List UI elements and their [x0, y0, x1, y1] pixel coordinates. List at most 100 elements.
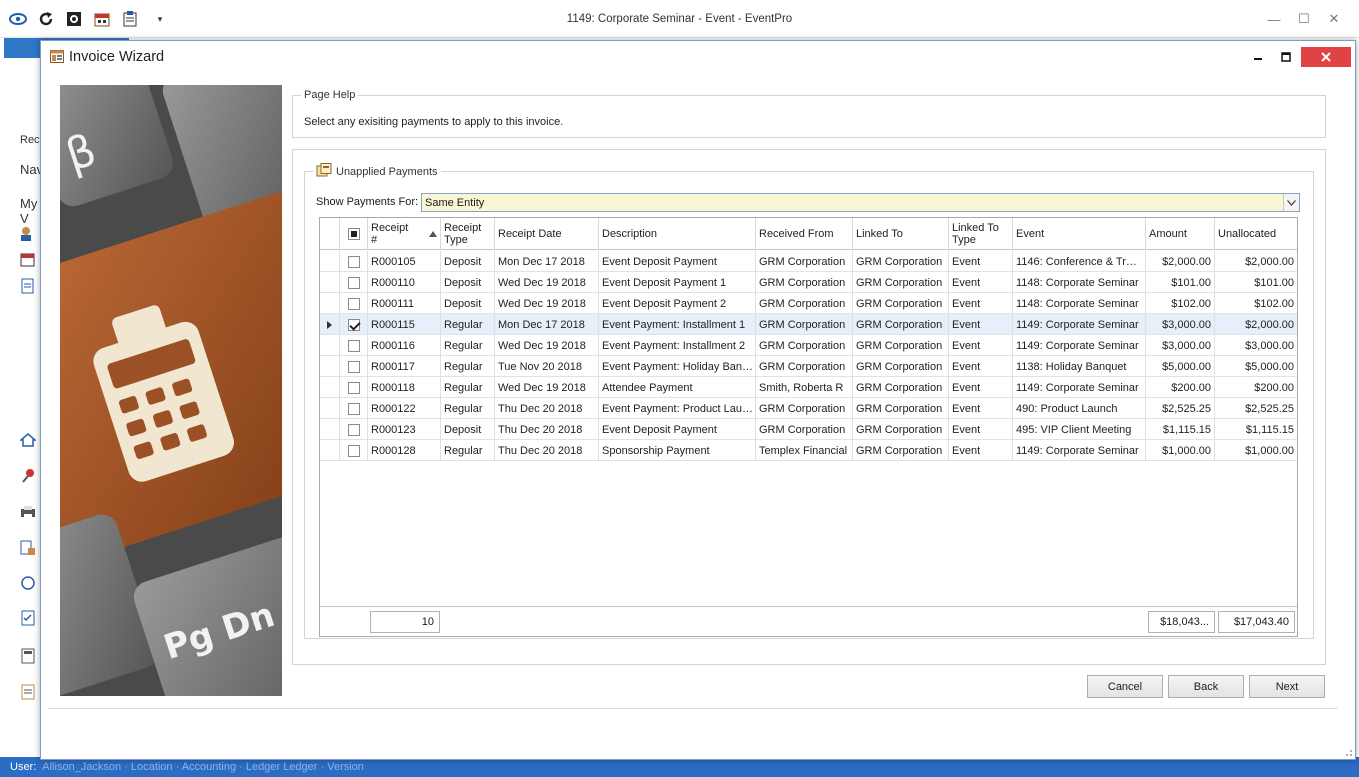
row-select-checkbox[interactable] [340, 440, 368, 461]
chat-icon[interactable] [20, 576, 36, 592]
back-button[interactable]: Back [1168, 675, 1244, 698]
cell-date: Mon Dec 17 2018 [495, 314, 599, 335]
column-header-linked-to-type[interactable]: Linked To Type [949, 218, 1013, 250]
cell-linked: GRM Corporation [853, 419, 949, 440]
cell-type: Deposit [441, 419, 495, 440]
row-indicator [320, 335, 340, 356]
table-row[interactable]: R000123 Deposit Thu Dec 20 2018 Event Depos… [320, 419, 1297, 440]
table-row[interactable]: R000122 Regular Thu Dec 20 2018 Event Payme… [320, 398, 1297, 419]
row-select-checkbox[interactable] [340, 377, 368, 398]
calendar-nav-icon[interactable] [20, 252, 36, 268]
table-row[interactable]: R000117 Regular Tue Nov 20 2018 Event Payme… [320, 356, 1297, 377]
select-all-checkbox[interactable] [340, 218, 368, 250]
table-row[interactable]: R000110 Deposit Wed Dec 19 2018 Event Depos… [320, 272, 1297, 293]
current-row-arrow-icon [327, 320, 332, 329]
cell-date: Wed Dec 19 2018 [495, 293, 599, 314]
pin-icon[interactable] [20, 468, 36, 484]
invoice-nav-icon[interactable] [20, 684, 36, 700]
cell-type: Deposit [441, 251, 495, 272]
dialog-minimize-icon[interactable] [1244, 46, 1272, 68]
cell-desc: Event Payment: Product Lau… [599, 398, 756, 419]
cell-ltype: Event [949, 335, 1013, 356]
row-select-checkbox[interactable] [340, 272, 368, 293]
calculator-nav-icon[interactable] [20, 648, 36, 664]
footer-count: 10 [370, 611, 440, 633]
row-indicator [320, 293, 340, 314]
cell-receipt: R000118 [368, 377, 441, 398]
cell-from: GRM Corporation [756, 398, 853, 419]
column-header-event[interactable]: Event [1013, 218, 1146, 250]
column-header-received-from[interactable]: Received From [756, 218, 853, 250]
cell-type: Regular [441, 335, 495, 356]
row-select-checkbox[interactable] [340, 251, 368, 272]
show-payments-for-select[interactable]: Same Entity [421, 193, 1300, 212]
column-header-receipt-date[interactable]: Receipt Date [495, 218, 599, 250]
cell-date: Thu Dec 20 2018 [495, 398, 599, 419]
cell-unalloc: $3,000.00 [1245, 339, 1294, 352]
row-select-checkbox[interactable] [340, 314, 368, 335]
checklist-icon[interactable] [20, 610, 36, 626]
cell-linked: GRM Corporation [853, 272, 949, 293]
navigation-pane: Rec Nav My V [4, 58, 44, 758]
row-select-checkbox[interactable] [340, 398, 368, 419]
cell-amount: $5,000.00 [1146, 356, 1215, 377]
invoice-wizard-dialog: Invoice Wizard β Pg Dn E Page Help Selec… [40, 40, 1356, 760]
row-select-checkbox[interactable] [340, 356, 368, 377]
cell-amount: $3,000.00 [1146, 314, 1215, 335]
row-select-checkbox[interactable] [340, 293, 368, 314]
unapplied-payments-title: Unapplied Payments [336, 165, 438, 178]
show-payments-for-value: Same Entity [425, 197, 485, 209]
cell-desc: Event Payment: Installment 1 [599, 314, 756, 335]
row-indicator [320, 356, 340, 377]
table-row[interactable]: R000128 Regular Thu Dec 20 2018 Sponsorship… [320, 440, 1297, 461]
row-indicator [320, 272, 340, 293]
cell-from: GRM Corporation [756, 356, 853, 377]
cell-desc: Sponsorship Payment [599, 440, 756, 461]
column-header-description[interactable]: Description [599, 218, 756, 250]
cell-from: Smith, Roberta R [756, 377, 853, 398]
minimize-icon[interactable]: — [1262, 8, 1286, 30]
table-row[interactable]: R000118 Regular Wed Dec 19 2018 Attendee Pa… [320, 377, 1297, 398]
document-nav-icon[interactable] [20, 278, 36, 294]
table-row[interactable]: R000115 Regular Mon Dec 17 2018 Event Payme… [320, 314, 1297, 335]
close-icon[interactable]: ✕ [1322, 8, 1346, 30]
printer-icon[interactable] [20, 504, 36, 520]
column-header-receipt[interactable]: Receipt # [368, 218, 441, 250]
table-row[interactable]: R000105 Deposit Mon Dec 17 2018 Event Depos… [320, 251, 1297, 272]
chevron-down-icon[interactable] [1283, 194, 1299, 211]
cell-type: Regular [441, 356, 495, 377]
cell-receipt: R000123 [368, 419, 441, 440]
column-header-linked-to[interactable]: Linked To [853, 218, 949, 250]
show-payments-for-label: Show Payments For: [316, 196, 419, 208]
table-row[interactable]: R000116 Regular Wed Dec 19 2018 Event Payme… [320, 335, 1297, 356]
dialog-maximize-icon[interactable] [1272, 46, 1300, 68]
cell-unalloc: $200.00 [1254, 381, 1294, 394]
maximize-icon[interactable]: ☐ [1292, 8, 1316, 30]
payments-grid[interactable]: Receipt # Receipt Type Receipt Date Descri… [319, 217, 1298, 637]
cell-unalloc: $101.00 [1254, 276, 1294, 289]
column-header-unallocated[interactable]: Unallocated [1215, 218, 1297, 250]
home-icon[interactable] [18, 432, 38, 448]
cell-receipt: R000115 [368, 314, 441, 335]
cell-event: 1149: Corporate Seminar [1013, 314, 1146, 335]
cell-linked: GRM Corporation [853, 251, 949, 272]
contact-icon[interactable] [20, 226, 36, 242]
cell-amount: $2,525.25 [1146, 398, 1215, 419]
row-select-checkbox[interactable] [340, 419, 368, 440]
table-row[interactable]: R000111 Deposit Wed Dec 19 2018 Event Depos… [320, 293, 1297, 314]
cell-event: 1138: Holiday Banquet [1013, 356, 1146, 377]
report-icon[interactable] [20, 540, 36, 556]
dialog-close-icon[interactable] [1301, 47, 1351, 67]
next-button[interactable]: Next [1249, 675, 1325, 698]
cell-amount: $1,000.00 [1146, 440, 1215, 461]
cell-linked: GRM Corporation [853, 314, 949, 335]
column-header-receipt-type[interactable]: Receipt Type [441, 218, 495, 250]
column-header-amount[interactable]: Amount [1146, 218, 1215, 250]
resize-grip-icon[interactable] [1343, 747, 1353, 757]
row-indicator [320, 440, 340, 461]
cell-event: 1148: Corporate Seminar [1013, 293, 1146, 314]
cell-from: GRM Corporation [756, 419, 853, 440]
cancel-button[interactable]: Cancel [1087, 675, 1163, 698]
row-indicator [320, 398, 340, 419]
row-select-checkbox[interactable] [340, 335, 368, 356]
